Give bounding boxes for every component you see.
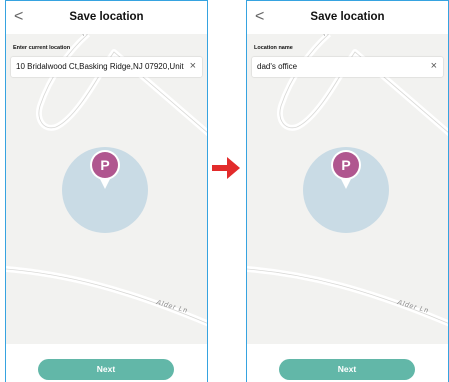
road-upper (277, 31, 448, 137)
screen-enter-location: Rd Alder Ln P < Save location Enter curr… (5, 0, 208, 382)
close-icon[interactable]: × (190, 60, 196, 73)
map-canvas: Rd Alder Ln P (247, 26, 448, 327)
page-title: Save location (310, 11, 385, 23)
map-view[interactable]: Rd Alder Ln P (247, 26, 448, 344)
next-button[interactable]: Next (279, 359, 415, 380)
road-lower-edge (247, 268, 448, 324)
pin-letter: P (341, 157, 350, 173)
field-label: Location name (254, 45, 293, 51)
next-button[interactable]: Next (38, 359, 174, 380)
header: < Save location (247, 1, 448, 34)
arrow-right-icon (212, 157, 240, 179)
location-input[interactable]: 10 Bridalwood Ct,Basking Ridge,NJ 07920,… (16, 61, 184, 73)
map-view[interactable]: Rd Alder Ln P (6, 26, 207, 344)
map-canvas: Rd Alder Ln P (6, 26, 207, 327)
field-label: Enter current location (13, 45, 71, 51)
footer: Next (6, 344, 207, 382)
footer: Next (247, 344, 448, 382)
page-title: Save location (69, 11, 144, 23)
location-name-input[interactable]: dad's office (257, 61, 425, 73)
road-lower-edge (6, 268, 207, 324)
close-icon[interactable]: × (431, 60, 437, 73)
road-label-alder-ln: Alder Ln (395, 299, 429, 315)
screen-location-name: Rd Alder Ln P < Save location Location n… (246, 0, 449, 382)
road-lower (247, 266, 448, 327)
road-lower (6, 266, 207, 327)
header: < Save location (6, 1, 207, 34)
location-name-field[interactable]: dad's office × (252, 57, 443, 77)
location-field[interactable]: 10 Bridalwood Ct,Basking Ridge,NJ 07920,… (11, 57, 202, 77)
pin-letter: P (100, 157, 109, 173)
road-label-alder-ln: Alder Ln (154, 299, 188, 315)
